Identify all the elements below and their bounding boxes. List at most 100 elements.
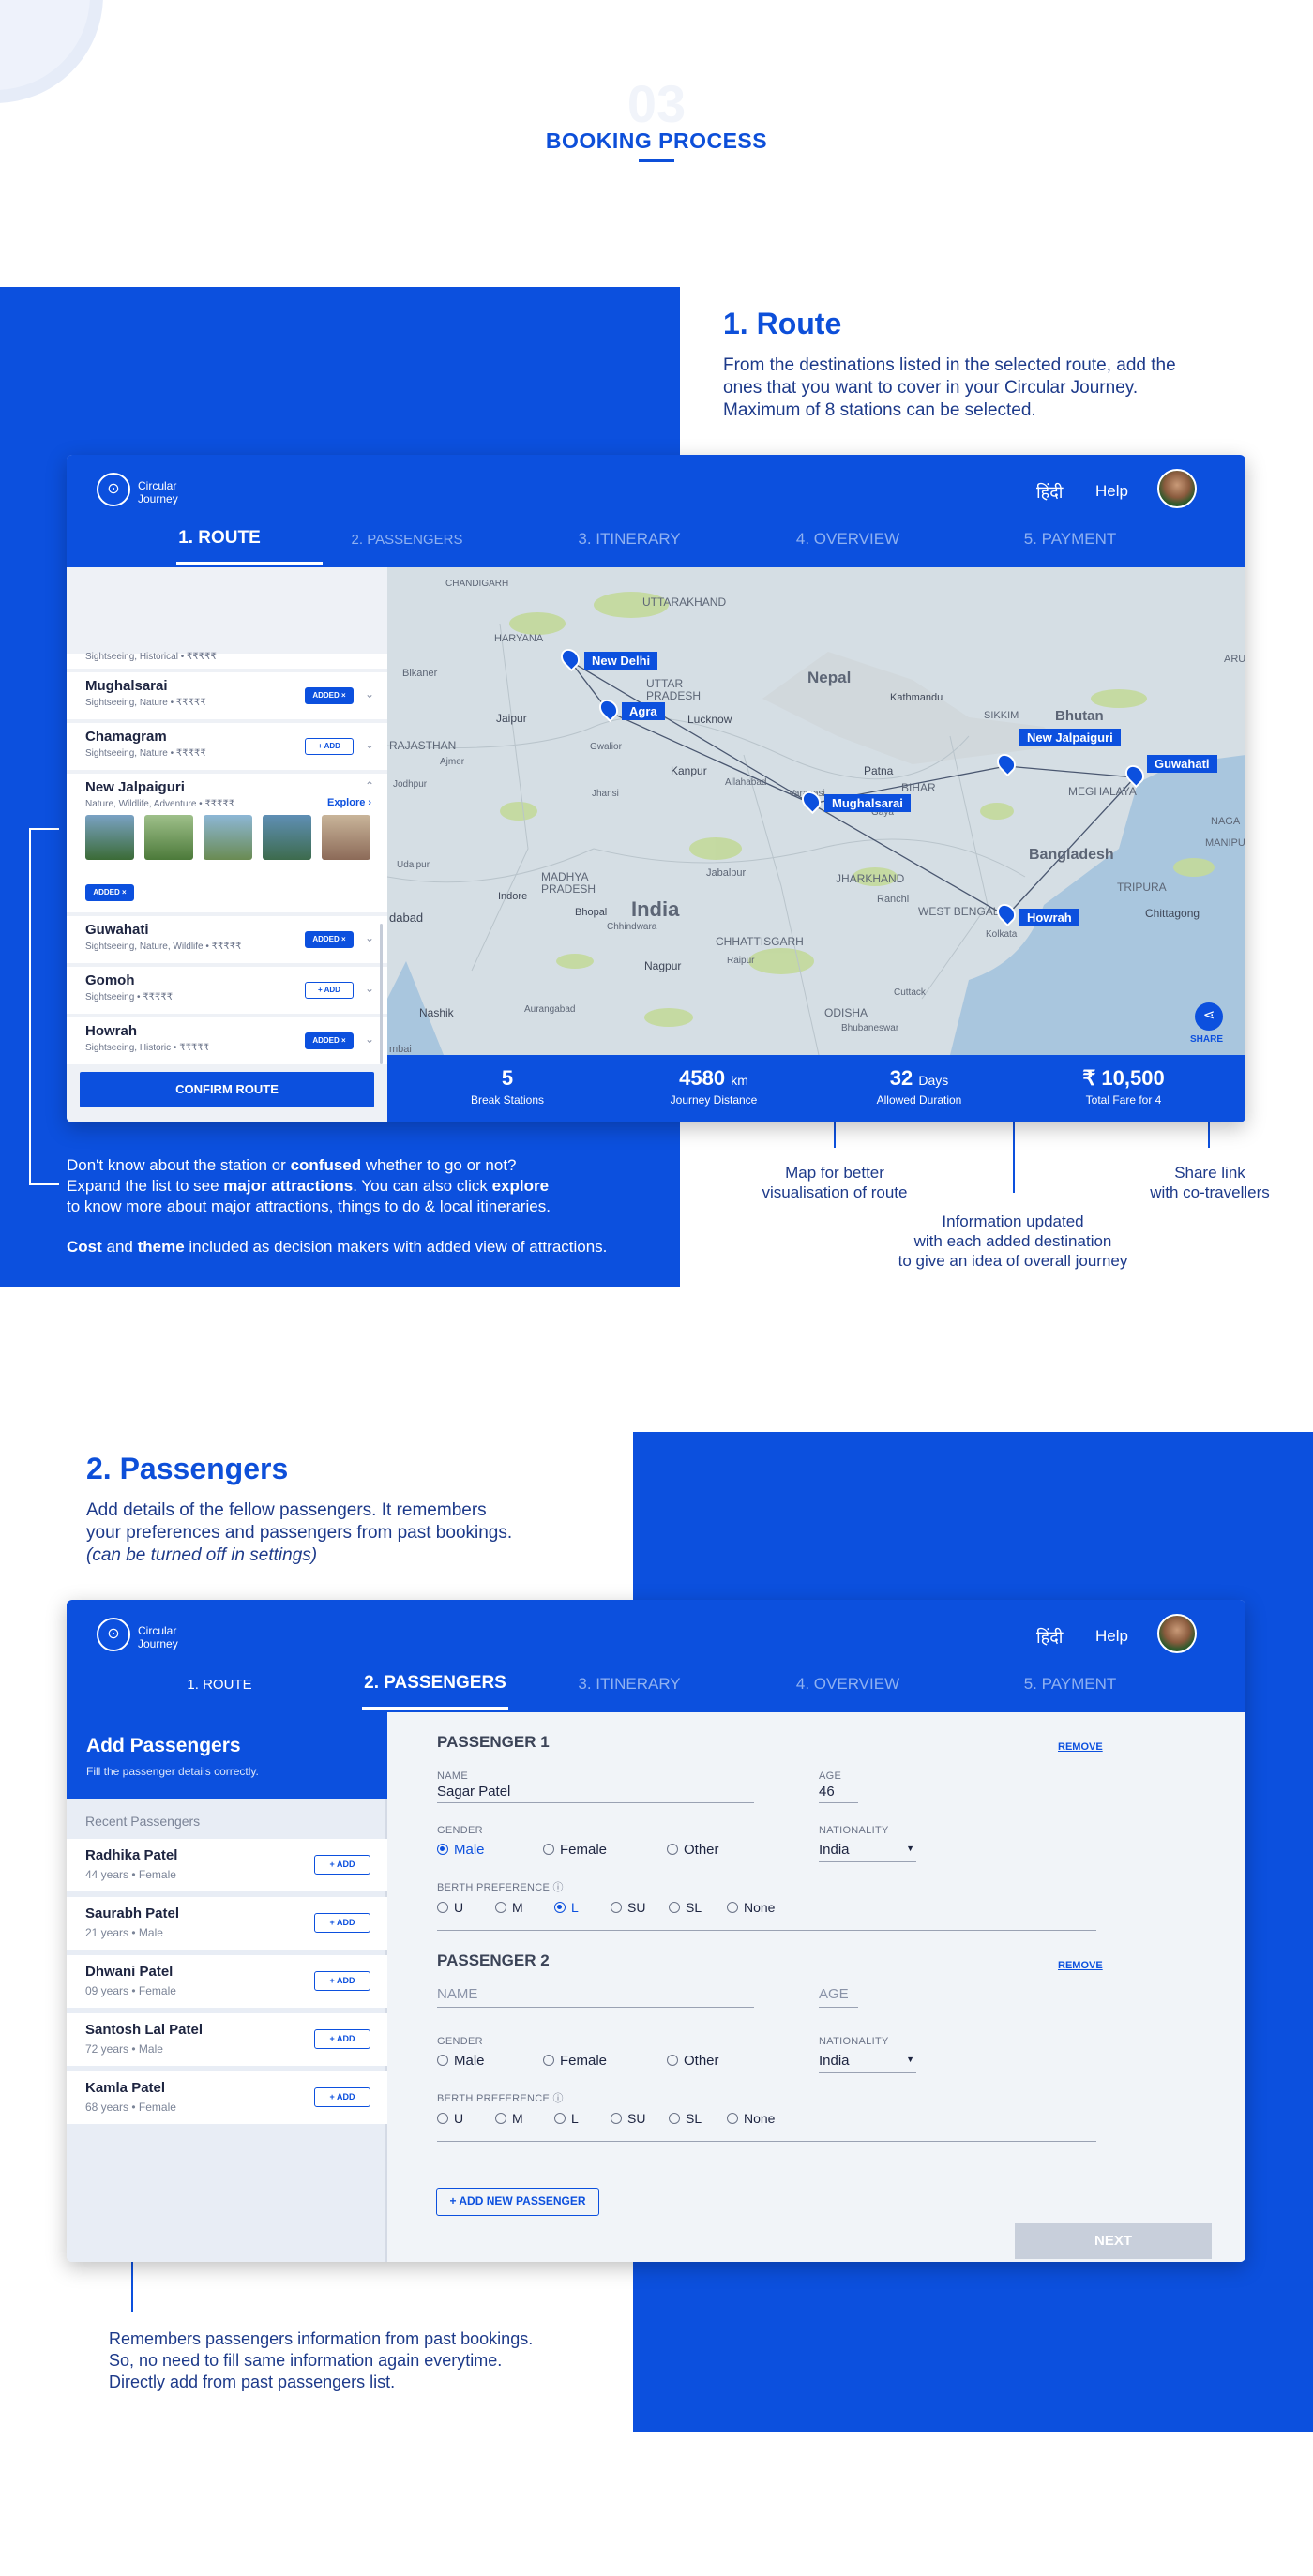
dest-meta: Sightseeing • ₹₹₹₹₹ <box>85 992 174 1002</box>
logo-icon[interactable]: ⊙ <box>97 1618 130 1651</box>
tab-overview[interactable]: 4. OVERVIEW <box>754 530 942 549</box>
radio-berth-m[interactable]: M <box>495 1900 523 1915</box>
add-passenger-button[interactable]: + ADD <box>314 1913 370 1933</box>
logo-icon[interactable]: ⊙ <box>97 473 130 506</box>
tab-route[interactable]: 1. ROUTE <box>126 528 313 549</box>
tab-passengers[interactable]: 2. PASSENGERS <box>341 1673 529 1694</box>
tab-passengers[interactable]: 2. PASSENGERS <box>313 532 501 548</box>
chevron-down-icon[interactable]: ⌄ <box>365 687 374 700</box>
add-button[interactable]: + ADD <box>305 738 354 755</box>
avatar[interactable] <box>1157 469 1197 508</box>
dest-item-guwahati[interactable]: Guwahati Sightseeing, Nature, Wildlife •… <box>67 916 387 963</box>
tab-itinerary[interactable]: 3. ITINERARY <box>536 530 723 549</box>
help-link[interactable]: Help <box>1095 482 1128 501</box>
share-label[interactable]: SHARE <box>1190 1034 1223 1045</box>
radio-berth-l[interactable]: L <box>554 1900 579 1915</box>
chevron-down-icon[interactable]: ⌄ <box>365 1032 374 1046</box>
radio-berth-sl[interactable]: SL <box>669 1900 702 1915</box>
passenger-2-name-input[interactable]: NAME <box>437 1986 477 2002</box>
radio-berth-u[interactable]: U <box>437 1900 463 1915</box>
radio-berth-su[interactable]: SU <box>611 2111 645 2126</box>
recent-passenger-card[interactable]: Kamla Patel 68 years • Female + ADD <box>67 2071 387 2124</box>
station-label[interactable]: New Jalpaiguri <box>1019 729 1121 746</box>
add-passenger-button[interactable]: + ADD <box>314 1971 370 1991</box>
chevron-down-icon[interactable]: ⌄ <box>365 738 374 751</box>
add-passenger-button[interactable]: + ADD <box>314 2029 370 2049</box>
map-place-label: Jhansi <box>592 789 619 799</box>
map-place-label: Bikaner <box>402 668 438 679</box>
added-badge[interactable]: ADDED × <box>85 884 134 901</box>
attraction-image[interactable] <box>85 815 134 860</box>
tab-itinerary[interactable]: 3. ITINERARY <box>536 1675 723 1694</box>
help-link[interactable]: Help <box>1095 1627 1128 1646</box>
recent-passenger-card[interactable]: Radhika Patel 44 years • Female + ADD <box>67 1839 387 1891</box>
share-icon[interactable]: ⋖ <box>1195 1002 1223 1031</box>
radio-other[interactable]: Other <box>667 2053 719 2069</box>
add-passenger-button[interactable]: + ADD <box>314 1855 370 1875</box>
station-label[interactable]: Agra <box>622 702 665 720</box>
recent-passenger-card[interactable]: Dhwani Patel 09 years • Female + ADD <box>67 1955 387 2008</box>
tab-payment[interactable]: 5. PAYMENT <box>976 530 1164 549</box>
attraction-image[interactable] <box>144 815 193 860</box>
radio-male[interactable]: Male <box>437 1842 485 1858</box>
radio-berth-su[interactable]: SU <box>611 1900 645 1915</box>
sidebar-subtitle: Fill the passenger details correctly. <box>86 1765 259 1778</box>
radio-other[interactable]: Other <box>667 1842 719 1858</box>
tab-payment[interactable]: 5. PAYMENT <box>976 1675 1164 1694</box>
radio-female[interactable]: Female <box>543 2053 607 2069</box>
chevron-down-icon[interactable]: ⌄ <box>365 931 374 944</box>
attraction-image[interactable] <box>263 815 311 860</box>
radio-berth-m[interactable]: M <box>495 2111 523 2126</box>
explore-link[interactable]: Explore › <box>327 797 371 808</box>
route-note: Don't know about the station or confused… <box>67 1156 608 1256</box>
attraction-image[interactable] <box>204 815 252 860</box>
route-map[interactable]: CHANDIGARH UTTARAKHAND HARYANA Nepal Kat… <box>387 567 1245 1055</box>
dest-item-mughalsarai[interactable]: Mughalsarai Sightseeing, Nature • ₹₹₹₹₹ … <box>67 672 387 719</box>
passenger-2-age-input[interactable]: AGE <box>819 1986 849 2002</box>
dest-item-gomoh[interactable]: Gomoh Sightseeing • ₹₹₹₹₹ + ADD ⌄ <box>67 967 387 1014</box>
radio-berth-l[interactable]: L <box>554 2111 579 2126</box>
language-toggle[interactable]: हिंदी <box>1036 1626 1063 1649</box>
radio-berth-none[interactable]: None <box>727 2111 775 2126</box>
attraction-image[interactable] <box>322 815 370 860</box>
chevron-down-icon[interactable]: ⌄ <box>365 982 374 995</box>
map-place-label: Indore <box>498 891 528 902</box>
radio-berth-u[interactable]: U <box>437 2111 463 2126</box>
station-label[interactable]: Howrah <box>1019 909 1079 926</box>
next-button[interactable]: NEXT <box>1015 2223 1212 2259</box>
nationality-select[interactable]: India ▼ <box>819 1842 916 1862</box>
confirm-route-button[interactable]: CONFIRM ROUTE <box>80 1072 374 1107</box>
added-badge[interactable]: ADDED × <box>305 687 354 704</box>
radio-berth-none[interactable]: None <box>727 1900 775 1915</box>
radio-berth-sl[interactable]: SL <box>669 2111 702 2126</box>
remove-passenger-2-button[interactable]: REMOVE <box>1058 1960 1103 1971</box>
station-label[interactable]: New Delhi <box>584 652 658 670</box>
add-passenger-button[interactable]: + ADD <box>314 2087 370 2107</box>
passenger-1-name-input[interactable]: Sagar Patel <box>437 1784 510 1800</box>
station-label[interactable]: Mughalsarai <box>824 794 911 812</box>
radio-female[interactable]: Female <box>543 1842 607 1858</box>
remove-passenger-1-button[interactable]: REMOVE <box>1058 1741 1103 1753</box>
station-label[interactable]: Guwahati <box>1147 755 1217 773</box>
added-badge[interactable]: ADDED × <box>305 1032 354 1049</box>
dest-item-howrah[interactable]: Howrah Sightseeing, Historic • ₹₹₹₹₹ ADD… <box>67 1017 387 1064</box>
added-badge[interactable]: ADDED × <box>305 931 354 948</box>
add-new-passenger-button[interactable]: + ADD NEW PASSENGER <box>436 2188 599 2216</box>
map-place-label: Raipur <box>727 956 755 966</box>
radio-male[interactable]: Male <box>437 2053 485 2069</box>
tab-route[interactable]: 1. ROUTE <box>126 1677 313 1693</box>
dest-item-new-jalpaiguri[interactable]: New Jalpaiguri Nature, Wildlife, Adventu… <box>67 774 387 912</box>
nationality-select[interactable]: India ▼ <box>819 2053 916 2073</box>
passenger-name: Santosh Lal Patel <box>85 2022 204 2038</box>
scrollbar[interactable] <box>380 924 383 1064</box>
recent-passenger-card[interactable]: Santosh Lal Patel 72 years • Male + ADD <box>67 2013 387 2066</box>
passenger-1-age-input[interactable]: 46 <box>819 1784 835 1800</box>
add-button[interactable]: + ADD <box>305 982 354 999</box>
list-item[interactable]: Sightseeing, Historical • ₹₹₹₹₹ <box>67 652 387 669</box>
tab-overview[interactable]: 4. OVERVIEW <box>754 1675 942 1694</box>
language-toggle[interactable]: हिंदी <box>1036 481 1063 504</box>
avatar[interactable] <box>1157 1614 1197 1653</box>
chevron-up-icon[interactable]: ⌃ <box>365 779 374 792</box>
recent-passenger-card[interactable]: Saurabh Patel 21 years • Male + ADD <box>67 1897 387 1950</box>
dest-item-chamagram[interactable]: Chamagram Sightseeing, Nature • ₹₹₹₹₹ + … <box>67 723 387 770</box>
